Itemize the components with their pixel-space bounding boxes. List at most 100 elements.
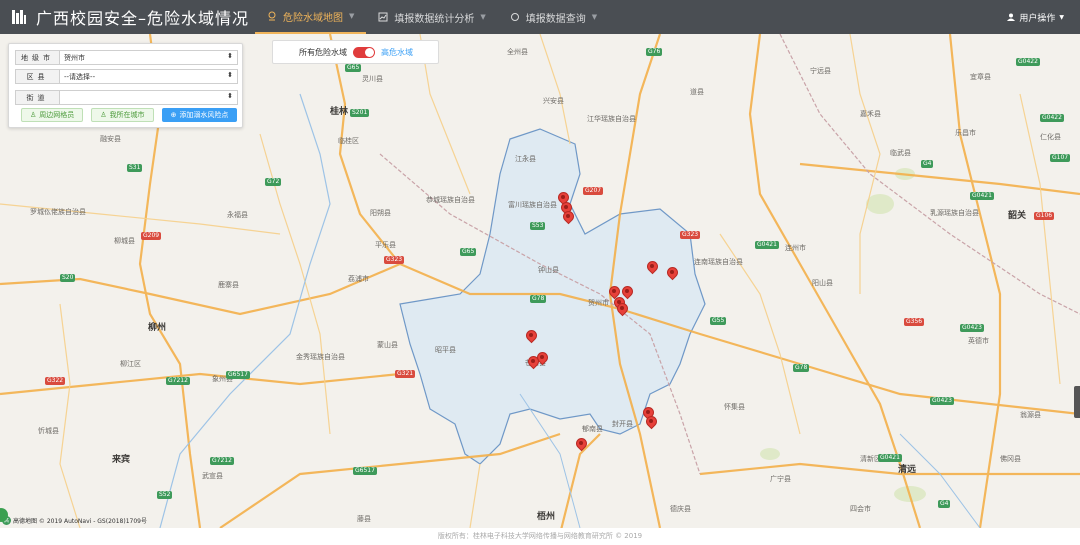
- tab-danger-water-map[interactable]: 危险水域地图 ▼: [255, 0, 367, 34]
- road-shield: G4: [938, 500, 951, 508]
- map-label: 兴安县: [543, 97, 564, 105]
- map-label: 金秀瑶族自治县: [296, 353, 345, 361]
- plus-circle-icon: ⊕: [170, 111, 177, 119]
- map-label: 乳源瑶族自治县: [930, 209, 979, 217]
- map-label: 融安县: [100, 135, 121, 143]
- map-label: 荔浦市: [348, 275, 369, 283]
- road-shield: G322: [45, 377, 66, 385]
- road-shield: G0422: [1040, 114, 1064, 122]
- user-menu[interactable]: 用户操作 ▼: [1007, 0, 1064, 34]
- map-label: 罗城仫佬族自治县: [30, 208, 86, 216]
- city-select[interactable]: 贺州市 ⬍: [60, 51, 237, 64]
- county-select-value: --请选择--: [64, 72, 96, 81]
- danger-water-pin[interactable]: [573, 435, 590, 453]
- region-filter-panel: 地级市 贺州市 ⬍ 区县 --请选择-- ⬍ 街道 ⬍ ♙ 周边网格员 ♙ 我所在城市 …: [8, 43, 243, 128]
- attribution-text: 高德地图 © 2019 AutoNavi - GS(2018)1709号: [13, 518, 147, 525]
- county-select[interactable]: --请选择-- ⬍: [60, 70, 237, 83]
- map-label: 钟山县: [538, 266, 559, 274]
- danger-water-pin[interactable]: [644, 258, 661, 276]
- search-icon: [510, 13, 519, 21]
- road-shield: G0421: [878, 454, 902, 462]
- map-label: 嘉禾县: [860, 110, 881, 118]
- tab-statistics[interactable]: 填报数据统计分析 ▼: [366, 0, 497, 34]
- road-shield: G4: [921, 160, 934, 168]
- top-navbar: 广西校园安全–危险水域情况 危险水域地图 ▼ 填报数据统计分析 ▼ 填报数据查询…: [0, 0, 1080, 34]
- map-label: 临桂区: [338, 137, 359, 145]
- map-label: 江永县: [515, 155, 536, 163]
- danger-water-pin[interactable]: [525, 353, 542, 371]
- road-shield: G0421: [970, 192, 994, 200]
- road-shield: G0423: [930, 397, 954, 405]
- map-label: 柳城县: [114, 237, 135, 245]
- page-footer: 版权所有：桂林电子科技大学网络传播与网络教育研究所 © 2019: [0, 528, 1080, 545]
- road-shield: G0421: [755, 241, 779, 249]
- road-shield: G65: [345, 64, 362, 72]
- county-select-row[interactable]: 区县 --请选择-- ⬍: [15, 69, 238, 84]
- map-label: 永福县: [227, 211, 248, 219]
- tab-label: 填报数据查询: [525, 13, 586, 25]
- danger-water-pin[interactable]: [523, 327, 540, 345]
- danger-water-pin[interactable]: [560, 208, 577, 226]
- city-label: 地级市: [16, 51, 60, 64]
- map-attribution: 高 高德地图 © 2019 AutoNavi - GS(2018)1709号: [0, 516, 147, 525]
- road-shield: G209: [141, 232, 162, 240]
- road-shield: G65: [460, 248, 477, 256]
- map-label: 连州市: [785, 244, 806, 252]
- road-shield: G323: [384, 256, 405, 264]
- map-label: 广宁县: [770, 475, 791, 483]
- side-collapse-handle[interactable]: [1074, 386, 1080, 418]
- map-label: 平乐县: [375, 241, 396, 249]
- my-city-button[interactable]: ♙ 我所在城市: [91, 108, 154, 122]
- all-water-label: 所有危险水域: [299, 47, 347, 57]
- danger-water-pin[interactable]: [664, 264, 681, 282]
- map-label: 佛冈县: [1000, 455, 1021, 463]
- tab-label: 危险水域地图: [283, 12, 343, 24]
- road-shield: G0423: [960, 324, 984, 332]
- map-label: 梧州: [537, 512, 556, 522]
- map-label: 宜章县: [970, 73, 991, 81]
- map-label: 德庆县: [670, 505, 691, 513]
- map-label: 灵川县: [362, 75, 383, 83]
- select-arrows-icon: ⬍: [227, 52, 233, 60]
- map-label: 翁源县: [1020, 411, 1041, 419]
- book-logo-icon: [12, 10, 26, 24]
- road-shield: G78: [530, 295, 547, 303]
- map-label: 贺州市: [588, 299, 609, 307]
- nearby-grid-members-button[interactable]: ♙ 周边网格员: [21, 108, 84, 122]
- map-label: 郁南县: [582, 425, 603, 433]
- road-shield: G106: [1034, 212, 1055, 220]
- tab-query[interactable]: 填报数据查询 ▼: [498, 0, 609, 34]
- map-label: 阳山县: [812, 279, 833, 287]
- road-shield: G321: [395, 370, 416, 378]
- button-label: 我所在城市: [109, 111, 145, 119]
- city-select-row[interactable]: 地级市 贺州市 ⬍: [15, 50, 238, 65]
- street-select-row[interactable]: 街道 ⬍: [15, 90, 238, 105]
- danger-water-pin[interactable]: [643, 413, 660, 431]
- main-nav: 危险水域地图 ▼ 填报数据统计分析 ▼ 填报数据查询 ▼: [255, 0, 609, 34]
- high-risk-switch[interactable]: [353, 46, 375, 58]
- brand[interactable]: 广西校园安全–危险水域情况: [12, 5, 249, 29]
- road-shield: G6517: [226, 371, 250, 379]
- street-select[interactable]: ⬍: [60, 91, 237, 104]
- chevron-down-icon: ▼: [1059, 13, 1064, 21]
- street-label: 街道: [16, 91, 60, 104]
- road-shield: G72: [265, 178, 282, 186]
- chevron-down-icon: ▼: [349, 12, 355, 20]
- map-label: 恭城瑶族自治县: [426, 196, 475, 204]
- high-risk-label: 高危水域: [381, 47, 413, 57]
- chevron-down-icon: ▼: [591, 13, 598, 21]
- add-risk-point-button[interactable]: ⊕ 添加溺水风险点: [161, 108, 238, 122]
- map-label: 富川瑶族自治县: [508, 201, 557, 209]
- map-label: 四会市: [850, 505, 871, 513]
- map-label: 昭平县: [435, 346, 456, 354]
- map-label: 柳江区: [120, 360, 141, 368]
- road-shield: S201: [350, 109, 370, 117]
- chevron-down-icon: ▼: [480, 13, 486, 21]
- road-shield: S52: [157, 491, 173, 499]
- road-shield: G323: [680, 231, 701, 239]
- map-label: 怀集县: [724, 403, 745, 411]
- danger-water-pin[interactable]: [614, 300, 631, 318]
- map-label: 封开县: [612, 420, 633, 428]
- map-label: 连南瑶族自治县: [694, 258, 743, 266]
- road-shield: G7212: [210, 457, 234, 465]
